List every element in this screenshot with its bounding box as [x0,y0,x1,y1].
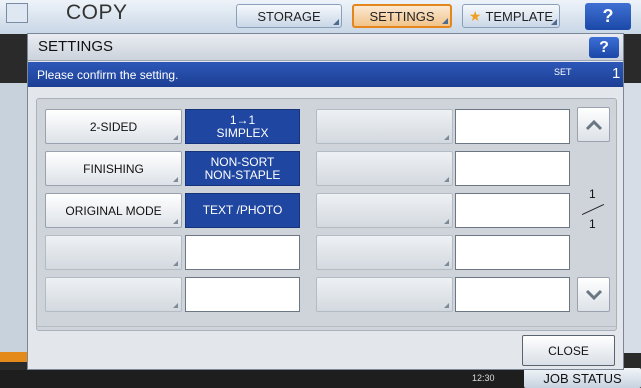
finishing-value: NON-SORT NON-STAPLE [185,151,300,186]
value-line: 1→1 [229,112,256,127]
empty-option-button [45,235,182,270]
scroll-down-button[interactable] [577,277,610,312]
app-title: COPY [66,1,128,24]
page-total: 1 [589,217,596,231]
empty-value [455,151,570,186]
empty-option-button [45,277,182,312]
background-panel [0,83,28,353]
empty-value [455,235,570,270]
chevron-up-icon [585,119,602,130]
page-current: 1 [589,187,596,201]
page-indicator: 1 1 [577,187,610,237]
option-label: 2-SIDED [89,119,138,134]
option-label: ORIGINAL MODE [65,203,162,218]
status-bar: Please confirm the setting. SET 1 [28,62,623,87]
tab-storage-label: STORAGE [257,8,321,24]
clock: 12:30 [472,373,495,383]
dialog-title: SETTINGS [38,38,114,55]
empty-value [455,109,570,144]
tab-template[interactable]: ★ TEMPLATE [462,4,560,28]
tab-corner-icon [333,19,339,25]
settings-dialog: SETTINGS ? Please confirm the setting. S… [27,33,624,370]
two-sided-button[interactable]: 2-SIDED [45,109,182,144]
value-line: TEXT /PHOTO [202,203,283,217]
value-line: NON-STAPLE [204,167,281,182]
dialog-help-button[interactable]: ? [589,37,619,58]
set-label: SET [554,67,572,77]
empty-value [455,277,570,312]
empty-value [185,277,300,312]
corner-arrow-icon [444,177,449,182]
status-message: Please confirm the setting. [37,68,179,82]
value-line: SIMPLEX [216,125,269,140]
dialog-titlebar: SETTINGS ? [28,34,623,61]
corner-arrow-icon [173,135,178,140]
original-mode-button[interactable]: ORIGINAL MODE [45,193,182,228]
tab-template-label: TEMPLATE [485,8,554,24]
tab-corner-icon [442,18,448,24]
empty-option-button [316,277,453,312]
empty-option-button [316,193,453,228]
tab-storage[interactable]: STORAGE [236,4,342,28]
tab-settings[interactable]: SETTINGS [352,4,452,28]
settings-list: 2-SIDED 1→1 SIMPLEX FINISHING NON-SORT N… [36,98,617,331]
two-sided-value: 1→1 SIMPLEX [185,109,300,144]
page-divider [581,203,605,216]
set-count: 1 [612,65,621,82]
copy-icon [6,3,28,23]
value-line: NON-SORT [210,154,275,169]
corner-arrow-icon [444,261,449,266]
empty-option-button [316,109,453,144]
close-button[interactable]: CLOSE [522,335,615,366]
chevron-down-icon [585,289,602,300]
corner-arrow-icon [173,261,178,266]
original-mode-value: TEXT /PHOTO [185,193,300,228]
empty-option-button [316,235,453,270]
background-accent-bar [0,352,30,362]
job-status-button[interactable]: JOB STATUS [524,368,641,388]
divider [36,326,617,327]
tab-corner-icon [551,19,557,25]
app-help-button[interactable]: ? [585,3,631,30]
corner-arrow-icon [173,219,178,224]
screen: COPY STORAGE SETTINGS ★ TEMPLATE ? 12:30… [0,0,641,388]
background-panel-right [621,83,641,353]
option-label: FINISHING [83,161,144,176]
scroll-up-button[interactable] [577,107,610,142]
tab-settings-label: SETTINGS [369,8,435,24]
empty-option-button [316,151,453,186]
star-icon: ★ [468,7,482,24]
corner-arrow-icon [444,303,449,308]
corner-arrow-icon [444,219,449,224]
empty-value [185,235,300,270]
finishing-button[interactable]: FINISHING [45,151,182,186]
corner-arrow-icon [444,135,449,140]
corner-arrow-icon [173,177,178,182]
corner-arrow-icon [173,303,178,308]
empty-value [455,193,570,228]
